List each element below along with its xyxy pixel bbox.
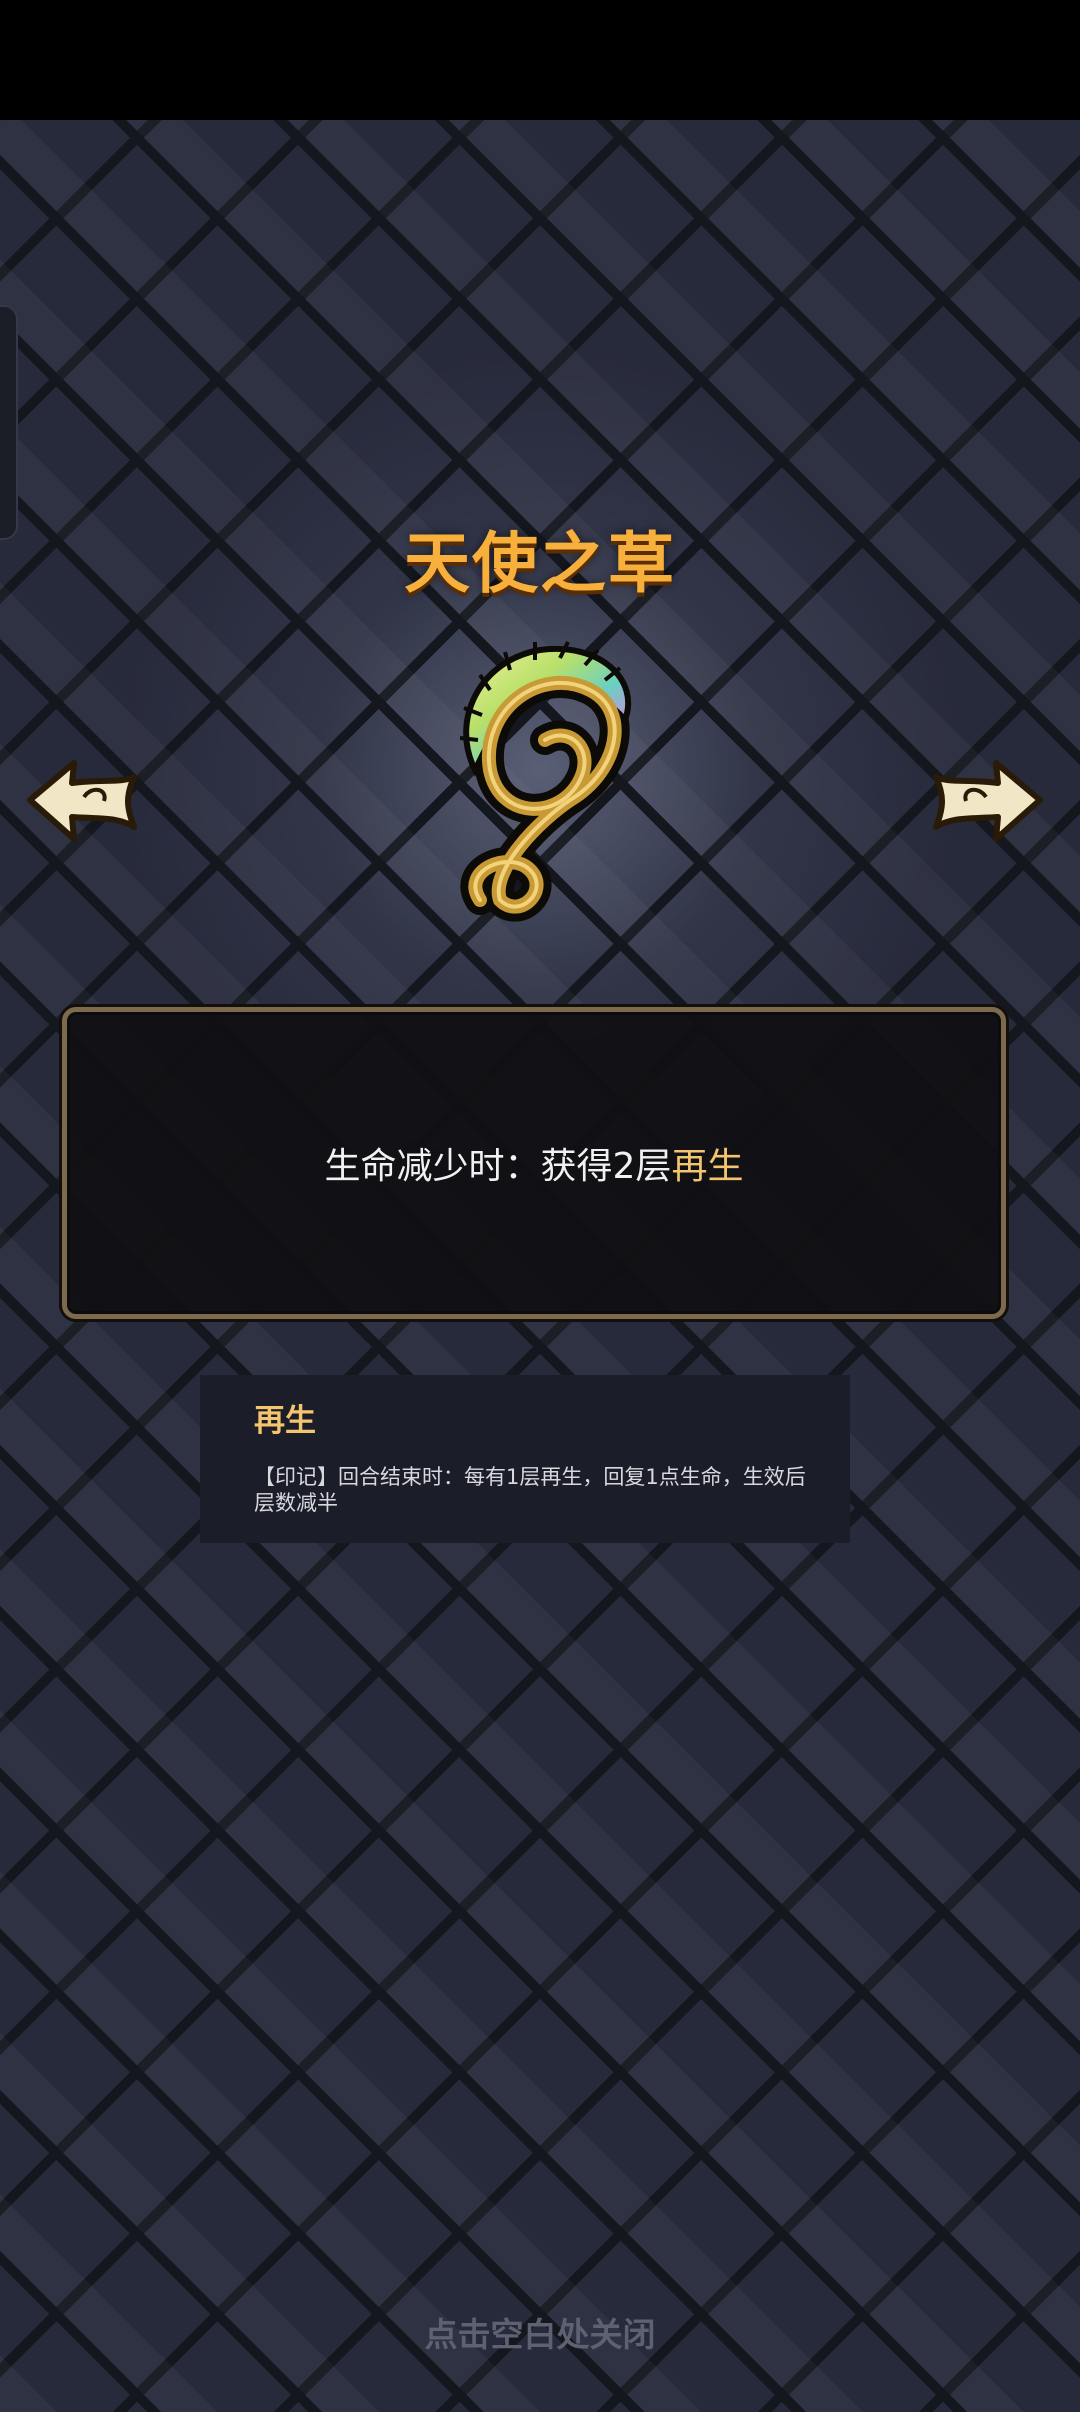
side-edge-handle [0,305,18,540]
relic-description-panel: 生命减少时：获得2层再生 [62,1007,1006,1319]
tooltip-text: 【印记】回合结束时：每有1层再生，回复1点生命，生效后层数减半 [254,1465,806,1515]
relic-title: 天使之草 [404,525,676,602]
keyword-tooltip: 再生 【印记】回合结束时：每有1层再生，回复1点生命，生效后层数减半 [200,1375,850,1543]
close-hint[interactable]: 点击空白处关闭 [0,2308,1080,2356]
angel-grass-icon [459,641,632,922]
status-bar [0,0,1080,120]
relic-description-keyword[interactable]: 再生 [671,1146,743,1187]
relic-detail-screen[interactable]: 天使之草 生命减少时：获得2层再生 再生 【印记】回合结束时：每有1层再生，回复… [0,0,1080,2412]
tooltip-title: 再生 [254,1403,316,1439]
relic-description-text: 生命减少时：获得2层 [324,1146,672,1187]
arrow-right-icon[interactable] [928,755,1048,845]
arrow-left-icon[interactable] [22,755,142,845]
relic-description: 生命减少时：获得2层再生 [325,1137,744,1189]
